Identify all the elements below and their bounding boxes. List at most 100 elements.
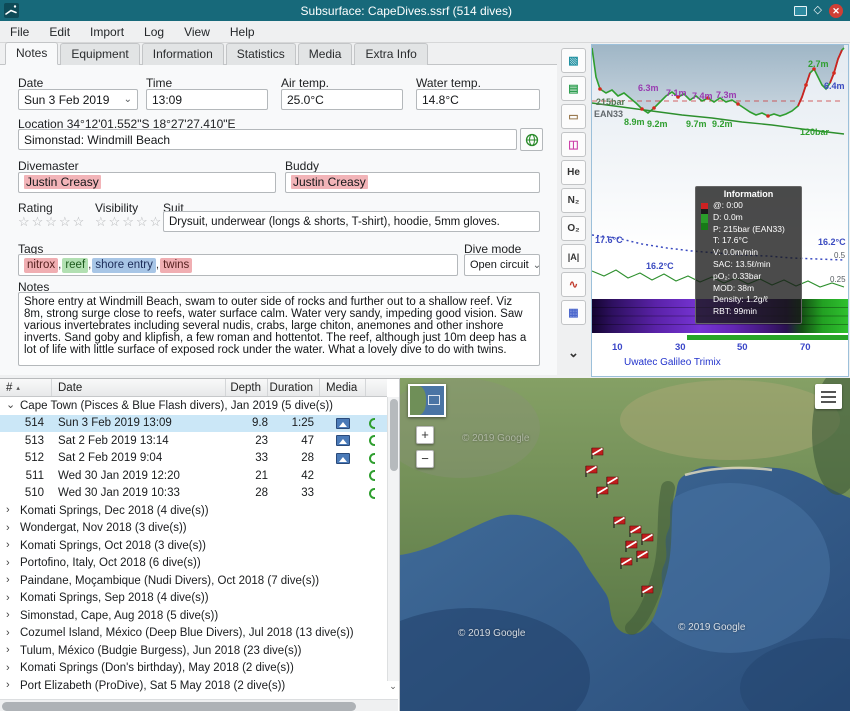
info-box-title: Information: [696, 187, 801, 200]
vertical-scrollbar[interactable]: [387, 397, 399, 681]
tab-equipment[interactable]: Equipment: [60, 43, 139, 65]
chevron-right-icon[interactable]: ›: [6, 575, 10, 586]
tab-statistics[interactable]: Statistics: [226, 43, 296, 65]
dive-mode-select[interactable]: Open circuit ⌄: [464, 254, 540, 276]
menu-file[interactable]: File: [0, 22, 39, 42]
date-combobox[interactable]: Sun 3 Feb 2019 ⌄: [18, 89, 138, 110]
air-icon[interactable]: |A|: [561, 244, 586, 269]
tab-notes[interactable]: Notes: [5, 42, 58, 65]
trip-row[interactable]: › Paindane, Moçambique (Nudi Divers), Oc…: [0, 572, 387, 590]
trip-row[interactable]: › Komati Springs, Sep 2018 (4 dive(s)): [0, 590, 387, 608]
dive-row[interactable]: 510 Wed 30 Jan 2019 10:33 28 33: [0, 485, 387, 503]
location-icon: [369, 488, 375, 499]
maximize-button[interactable]: ◇: [814, 5, 822, 16]
collapse-icon[interactable]: ⌄: [561, 340, 586, 365]
zoom-out-button[interactable]: −: [416, 450, 434, 468]
location-field[interactable]: [18, 129, 517, 150]
minimize-button[interactable]: [794, 6, 807, 16]
header-duration[interactable]: Duration: [268, 379, 320, 396]
chevron-right-icon[interactable]: ›: [6, 540, 10, 551]
water-temp-field[interactable]: [416, 89, 540, 110]
photo-icon: [336, 435, 350, 446]
trip-row[interactable]: › Komati Springs, Dec 2018 (4 dive(s)): [0, 502, 387, 520]
trip-row[interactable]: › Cozumel Island, México (Deep Blue Dive…: [0, 625, 387, 643]
time-axis-tick: 50: [737, 342, 748, 353]
ruler-icon[interactable]: ▭: [561, 104, 586, 129]
chevron-right-icon[interactable]: ›: [6, 628, 10, 639]
dive-row[interactable]: 512 Sat 2 Feb 2019 9:04 33 28: [0, 450, 387, 468]
dive-profile-chart[interactable]: 6.3m 7.1m 7.4m 7.3m 8.9m 9.2m 9.7m 9.2m …: [591, 44, 849, 377]
menu-import[interactable]: Import: [80, 22, 134, 42]
dive-info-panel: Notes Equipment Information Statistics M…: [0, 43, 557, 375]
photos-toggle-icon[interactable]: ▤: [561, 76, 586, 101]
menu-view[interactable]: View: [174, 22, 220, 42]
buddy-field[interactable]: Justin Creasy: [285, 172, 540, 193]
google-watermark: © 2019 Google: [678, 622, 745, 633]
menu-edit[interactable]: Edit: [39, 22, 80, 42]
dive-row[interactable]: 511 Wed 30 Jan 2019 12:20 21 42: [0, 467, 387, 485]
tag-chip: reef: [62, 258, 88, 273]
map-svg: [400, 378, 850, 711]
tab-information[interactable]: Information: [142, 43, 224, 65]
chevron-right-icon[interactable]: ›: [6, 523, 10, 534]
chevron-right-icon[interactable]: ›: [6, 558, 10, 569]
window-title: Subsurface: CapeDives.ssrf (514 dives): [19, 4, 794, 18]
header-media[interactable]: Media: [320, 379, 366, 396]
dive-row[interactable]: 513 Sat 2 Feb 2019 13:14 23 47: [0, 432, 387, 450]
menu-help[interactable]: Help: [220, 22, 265, 42]
helium-graph-icon[interactable]: He: [561, 160, 586, 185]
chevron-down-icon: ⌄: [124, 94, 132, 105]
menubar: File Edit Import Log View Help: [0, 21, 850, 43]
scale-icon[interactable]: ◫: [561, 132, 586, 157]
trip-row[interactable]: › Tulum, México (Budgie Burgess), Jun 20…: [0, 642, 387, 660]
horizontal-scrollbar[interactable]: [0, 699, 398, 711]
scroll-down-arrow[interactable]: ⌄: [387, 681, 399, 692]
map-menu-button[interactable]: [815, 384, 842, 409]
tags-field[interactable]: nitrox, reef, shore entry, twins: [18, 254, 458, 276]
trip-row[interactable]: › Komati Springs (Don's birthday), May 2…: [0, 660, 387, 678]
chevron-right-icon[interactable]: ›: [6, 680, 10, 691]
chevron-down-icon[interactable]: ⌄: [6, 400, 15, 411]
sort-arrow-icon: ▴: [16, 384, 20, 392]
notes-textarea[interactable]: Shore entry at Windmill Beach, swam to o…: [18, 292, 540, 366]
zoom-in-button[interactable]: +: [416, 426, 434, 444]
menu-log[interactable]: Log: [134, 22, 174, 42]
chevron-right-icon[interactable]: ›: [6, 663, 10, 674]
dive-site-button[interactable]: [520, 128, 543, 151]
media-toggle-icon[interactable]: ▦: [561, 300, 586, 325]
trip-row[interactable]: › Port Elizabeth (ProDive), Sat 5 May 20…: [0, 677, 387, 695]
trip-row[interactable]: › Simonstad, Cape, Aug 2018 (5 dive(s)): [0, 607, 387, 625]
air-temp-field[interactable]: [281, 89, 403, 110]
header-depth[interactable]: Depth: [226, 379, 268, 396]
oxygen-graph-icon[interactable]: O₂: [561, 216, 586, 241]
tab-media[interactable]: Media: [298, 43, 353, 65]
app-icon: [4, 3, 19, 18]
dive-row[interactable]: 514 Sun 3 Feb 2019 13:09 9.8 1:25: [0, 415, 387, 433]
chevron-right-icon[interactable]: ›: [6, 593, 10, 604]
trip-row[interactable]: › Portofino, Italy, Oct 2018 (6 dive(s)): [0, 555, 387, 573]
visibility-stars[interactable]: ☆☆☆☆☆: [95, 214, 163, 230]
heart-rate-icon[interactable]: ∿: [561, 272, 586, 297]
trip-row[interactable]: › Komati Springs, Oct 2018 (3 dive(s)): [0, 537, 387, 555]
depth-label: 6.3m: [638, 83, 659, 93]
divemaster-field[interactable]: Justin Creasy: [18, 172, 276, 193]
rating-stars[interactable]: ☆☆☆☆☆: [18, 214, 86, 230]
chevron-right-icon[interactable]: ›: [6, 645, 10, 656]
profile-chart-icon[interactable]: ▧: [561, 48, 586, 73]
suit-field[interactable]: [163, 211, 540, 232]
trip-row[interactable]: › Wondergat, Nov 2018 (3 dive(s)): [0, 520, 387, 538]
header-date[interactable]: Date: [52, 379, 226, 396]
depth-label: 9.2m: [647, 119, 668, 129]
nitrogen-graph-icon[interactable]: N₂: [561, 188, 586, 213]
time-field[interactable]: [146, 89, 268, 110]
minimap[interactable]: [408, 384, 446, 417]
buddy-label: Buddy: [285, 159, 319, 173]
chevron-right-icon[interactable]: ›: [6, 610, 10, 621]
dive-sites-map[interactable]: + − © 2019 Google © 2019 Google © 2019 G…: [400, 378, 850, 711]
header-number[interactable]: # ▴: [0, 379, 52, 396]
chevron-right-icon[interactable]: ›: [6, 505, 10, 516]
tab-extra-info[interactable]: Extra Info: [354, 43, 427, 65]
trip-row[interactable]: ⌄ Cape Town (Pisces & Blue Flash divers)…: [0, 397, 387, 415]
close-button[interactable]: ✕: [829, 4, 843, 18]
depth-label: 6.4m: [824, 81, 845, 91]
